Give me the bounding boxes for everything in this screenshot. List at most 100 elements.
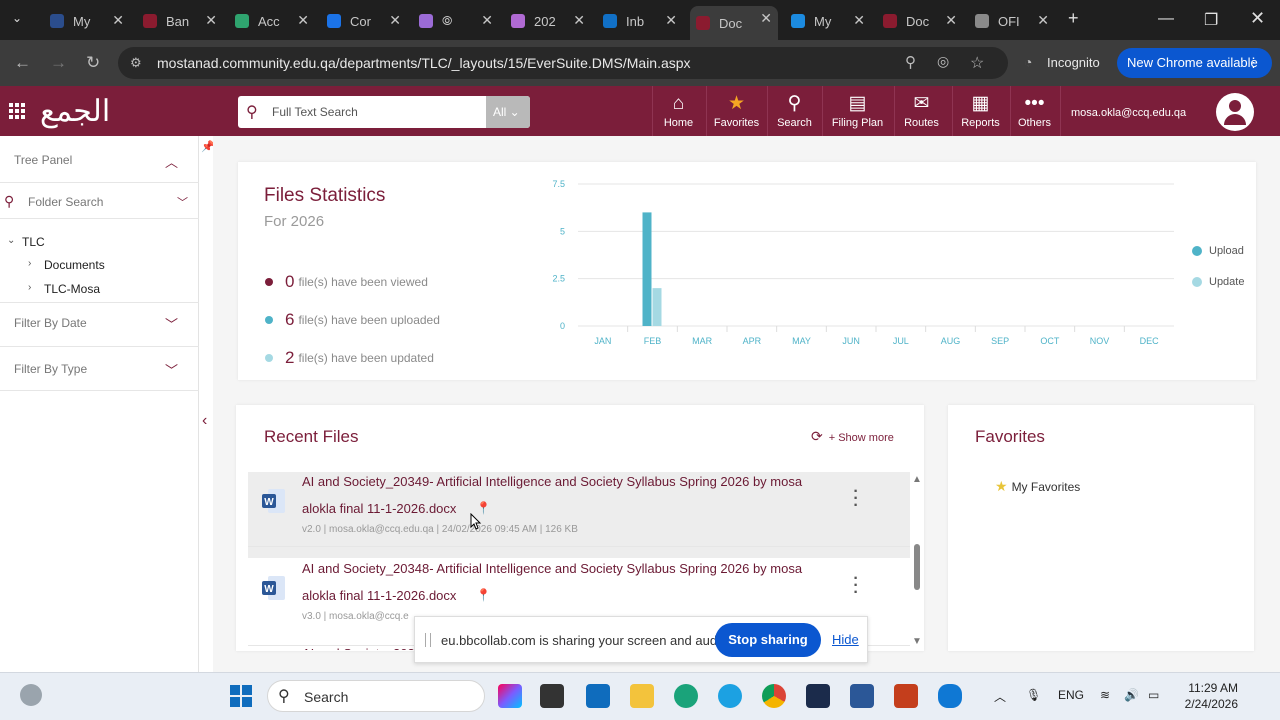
refresh-icon[interactable]: ⟳ bbox=[811, 428, 823, 444]
eye-off-icon[interactable]: ◎ bbox=[937, 53, 949, 70]
minimize-icon[interactable]: — bbox=[1158, 10, 1174, 28]
url-text[interactable]: mostanad.community.edu.qa/departments/TL… bbox=[157, 55, 691, 71]
my-favorites-item[interactable]: ★ My Favorites bbox=[995, 478, 1080, 495]
app-launcher-icon[interactable] bbox=[9, 103, 25, 119]
windows-start-icon[interactable] bbox=[229, 684, 253, 708]
browser-tab[interactable]: My ✕ bbox=[785, 8, 871, 34]
browser-tab[interactable]: Doc ✕ bbox=[690, 6, 778, 40]
tab-close-icon[interactable]: ✕ bbox=[760, 10, 772, 27]
drag-handle-icon[interactable] bbox=[425, 633, 431, 647]
scroll-up-icon[interactable]: ▲ bbox=[912, 474, 922, 485]
app-circle-icon[interactable] bbox=[674, 684, 698, 708]
hide-link[interactable]: Hide bbox=[832, 632, 859, 647]
collapse-sidebar-icon[interactable]: ‹ bbox=[202, 412, 207, 430]
bar-update-feb[interactable] bbox=[652, 288, 662, 326]
close-window-icon[interactable]: ✕ bbox=[1250, 8, 1265, 29]
search-scope-select[interactable]: All ⌄ bbox=[486, 96, 530, 128]
filter-by-type[interactable]: Filter By Type bbox=[14, 362, 213, 376]
folder-search-input[interactable]: Folder Search bbox=[28, 195, 227, 209]
more-options-icon[interactable]: · · · bbox=[851, 571, 861, 601]
chevron-up-icon[interactable]: ︿ bbox=[165, 152, 178, 171]
onedrive-icon[interactable] bbox=[938, 684, 962, 708]
tree-collapse-icon[interactable]: › bbox=[28, 258, 31, 269]
file-name[interactable]: AI and Society_20348- Artificial Intelli… bbox=[302, 555, 842, 609]
browser-tab[interactable]: Ban ✕ bbox=[137, 8, 223, 34]
app-icon[interactable] bbox=[540, 684, 564, 708]
tab-close-icon[interactable]: ✕ bbox=[945, 12, 957, 29]
copilot-icon[interactable] bbox=[498, 684, 522, 708]
browser-tab[interactable]: Doc ✕ bbox=[877, 8, 963, 34]
volume-icon[interactable]: 🔊 bbox=[1124, 688, 1139, 702]
tree-item-tlc-mosa[interactable]: TLC-Mosa bbox=[44, 282, 100, 296]
collab-icon[interactable] bbox=[806, 684, 830, 708]
location-pin-icon[interactable]: 📍 bbox=[476, 582, 491, 609]
tab-close-icon[interactable]: ✕ bbox=[205, 12, 217, 29]
browser-tab[interactable]: 202 ✕ bbox=[505, 8, 591, 34]
new-tab-icon[interactable]: + bbox=[1068, 8, 1079, 29]
browser-tab[interactable]: Cor ✕ bbox=[321, 8, 407, 34]
reload-icon[interactable]: ↻ bbox=[86, 53, 100, 73]
tab-close-icon[interactable]: ✕ bbox=[853, 12, 865, 29]
taskbar-search[interactable]: ⚲ Search bbox=[267, 680, 485, 712]
more-options-icon[interactable]: · · · bbox=[851, 484, 861, 514]
new-chrome-button[interactable]: New Chrome available ⋮ bbox=[1117, 48, 1272, 78]
browser-tab[interactable]: OFI ✕ bbox=[969, 8, 1055, 34]
browser-tab[interactable]: Acc ✕ bbox=[229, 8, 315, 34]
tree-item-documents[interactable]: Documents bbox=[44, 258, 105, 272]
menu-kebab-icon[interactable]: ⋮ bbox=[1247, 48, 1260, 78]
nav-search[interactable]: ⚲ Search bbox=[767, 86, 821, 136]
battery-icon[interactable]: ▭ bbox=[1148, 688, 1159, 702]
back-icon[interactable]: ← bbox=[14, 53, 31, 73]
zoom-icon[interactable]: ⚲ bbox=[905, 53, 916, 71]
browser-tab[interactable]: My ✕ bbox=[44, 8, 130, 34]
bar-upload-feb[interactable] bbox=[642, 212, 652, 326]
full-text-search[interactable]: ⚲ Full Text Search All ⌄ bbox=[238, 96, 530, 128]
wifi-icon[interactable]: ≋ bbox=[1100, 688, 1110, 702]
edge-icon[interactable] bbox=[718, 684, 742, 708]
filter-by-date[interactable]: Filter By Date bbox=[14, 316, 213, 330]
nav-favorites[interactable]: ★ Favorites bbox=[706, 86, 766, 136]
tab-search-icon[interactable]: ⌄ bbox=[12, 11, 22, 25]
chevron-down-icon[interactable]: ﹀ bbox=[177, 194, 188, 210]
clock[interactable]: 11:29 AM 2/24/2026 bbox=[1176, 680, 1238, 712]
avatar[interactable] bbox=[1216, 93, 1254, 131]
chevron-up-icon[interactable]: ︿ bbox=[994, 688, 1006, 705]
tree-expand-icon[interactable]: ⌄ bbox=[7, 235, 15, 246]
chevron-down-icon[interactable]: ﹀ bbox=[165, 314, 178, 333]
tab-close-icon[interactable]: ✕ bbox=[481, 12, 493, 29]
user-email[interactable]: mosa.okla@ccq.edu.qa bbox=[1060, 86, 1190, 136]
file-explorer-icon[interactable] bbox=[630, 684, 654, 708]
nav-home[interactable]: ⌂ Home bbox=[652, 86, 704, 136]
restore-icon[interactable]: ❐ bbox=[1204, 10, 1218, 30]
forward-icon[interactable]: → bbox=[50, 53, 67, 73]
chrome-icon[interactable] bbox=[762, 684, 786, 708]
tab-close-icon[interactable]: ✕ bbox=[573, 12, 585, 29]
site-info-icon[interactable]: ⚙ bbox=[130, 55, 142, 71]
language-indicator[interactable]: ENG bbox=[1058, 688, 1084, 702]
browser-tab[interactable]: Inb ✕ bbox=[597, 8, 683, 34]
file-name[interactable]: AI and Society_20349- Artificial Intelli… bbox=[302, 472, 842, 522]
tab-close-icon[interactable]: ✕ bbox=[112, 12, 124, 29]
scroll-down-icon[interactable]: ▼ bbox=[912, 636, 922, 647]
browser-tab[interactable]: ⦾ ✕ bbox=[413, 8, 499, 34]
nav-filing-plan[interactable]: ▤ Filing Plan bbox=[822, 86, 892, 136]
weather-icon[interactable] bbox=[20, 684, 42, 706]
word-icon[interactable] bbox=[850, 684, 874, 708]
tree-collapse-icon[interactable]: › bbox=[28, 282, 31, 293]
stop-sharing-button[interactable]: Stop sharing bbox=[715, 623, 821, 657]
powerpoint-icon[interactable] bbox=[894, 684, 918, 708]
tree-root-tlc[interactable]: TLC bbox=[22, 235, 45, 249]
tab-close-icon[interactable]: ✕ bbox=[297, 12, 309, 29]
nav-others[interactable]: ••• Others bbox=[1010, 86, 1058, 136]
scrollbar-thumb[interactable] bbox=[914, 544, 920, 590]
chevron-down-icon[interactable]: ﹀ bbox=[165, 360, 178, 379]
tab-close-icon[interactable]: ✕ bbox=[1037, 12, 1049, 29]
tab-close-icon[interactable]: ✕ bbox=[389, 12, 401, 29]
nav-routes[interactable]: ✉ Routes bbox=[894, 86, 948, 136]
microphone-icon[interactable]: 🎙 bbox=[1026, 688, 1041, 702]
tab-close-icon[interactable]: ✕ bbox=[665, 12, 677, 29]
outlook-icon[interactable] bbox=[586, 684, 610, 708]
nav-reports[interactable]: ▦ Reports bbox=[952, 86, 1008, 136]
bookmark-star-icon[interactable]: ☆ bbox=[970, 53, 984, 73]
show-more-button[interactable]: ⟳ + Show more bbox=[811, 428, 894, 445]
